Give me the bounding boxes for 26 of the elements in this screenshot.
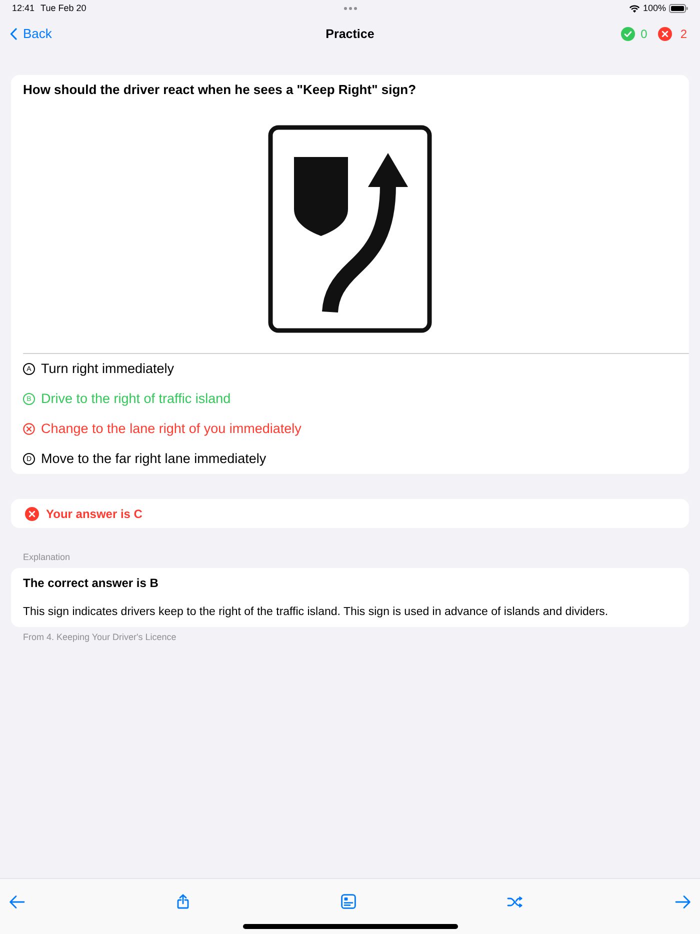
explanation-heading: The correct answer is B	[23, 575, 160, 591]
answer-option[interactable]: Change to the lane right of you immediately	[23, 414, 689, 444]
chevron-left-icon	[10, 28, 17, 40]
shuffle-icon[interactable]	[507, 896, 524, 908]
battery-percentage: 100%	[642, 4, 666, 13]
correct-count: 0	[640, 26, 648, 43]
result-text: Your answer is C	[46, 506, 142, 522]
source-text: From 4. Keeping Your Driver's Licence	[23, 631, 178, 643]
correct-check-icon	[620, 27, 635, 41]
multitasking-dots-icon[interactable]	[344, 7, 356, 10]
document-icon[interactable]	[340, 894, 356, 909]
wrong-x-icon	[658, 27, 672, 41]
nav-title: Practice	[324, 26, 376, 43]
explanation-label: Explanation	[23, 551, 72, 563]
status-date: Tue Feb 20	[40, 4, 86, 13]
status-time: 12:41	[12, 4, 35, 13]
x-circle-icon	[23, 423, 35, 435]
wifi-icon	[628, 4, 640, 12]
wrong-count: 2	[680, 26, 687, 43]
right-arrow-icon[interactable]	[675, 894, 691, 908]
explanation-text: This sign indicates drivers keep to the right of the traffic island. This sign is used in advance of islands and dividers.	[23, 605, 610, 620]
left-arrow-icon[interactable]	[9, 894, 25, 908]
back-button[interactable]: Back	[10, 24, 52, 44]
share-icon[interactable]	[176, 894, 189, 909]
battery-icon	[669, 4, 688, 13]
question-text: How should the driver react when he sees a "Keep Right" sign?	[22, 81, 418, 99]
